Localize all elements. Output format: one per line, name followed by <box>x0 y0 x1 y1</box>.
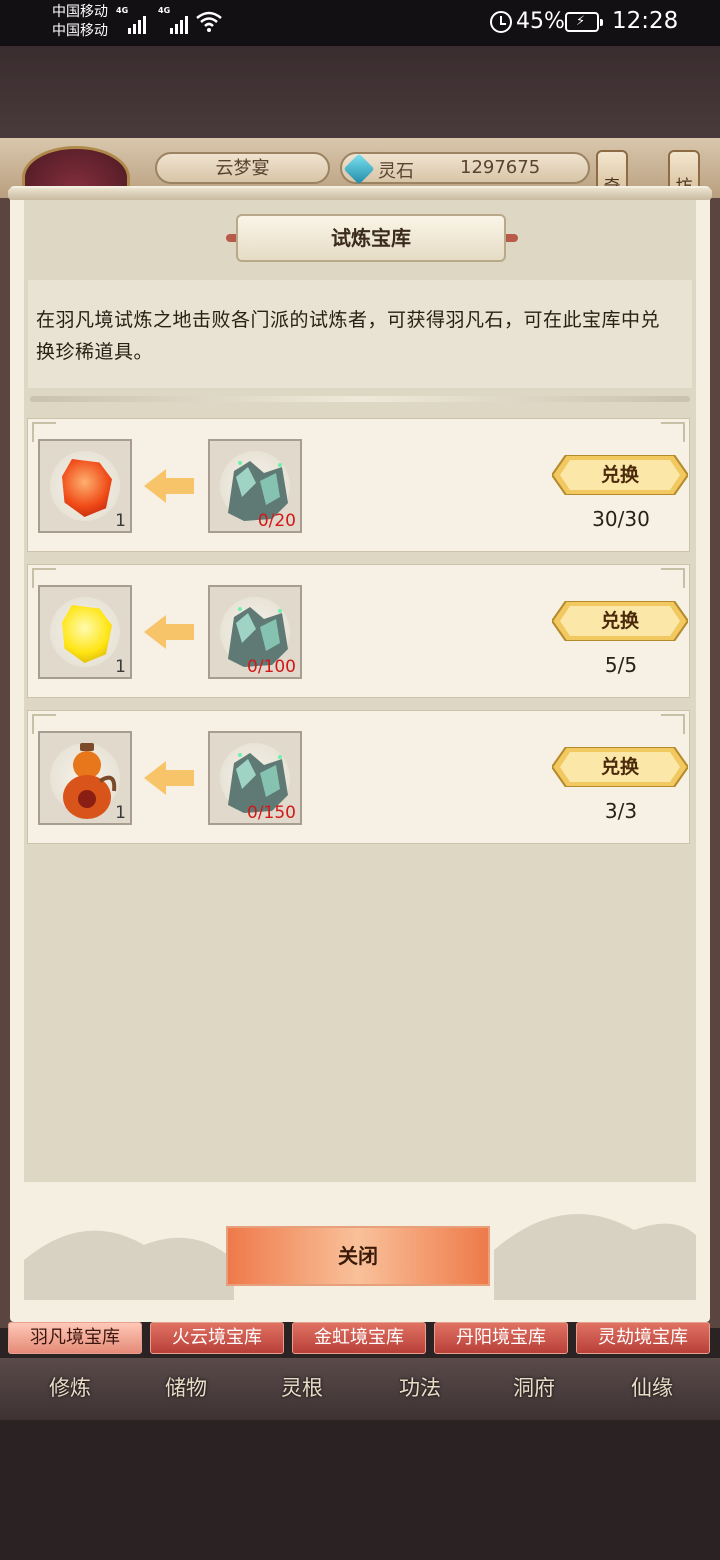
clock: 12:28 <box>612 8 679 34</box>
cost-slot[interactable]: 0/20 <box>208 439 302 533</box>
nav-cave[interactable]: 洞府 <box>494 1372 574 1402</box>
exchange-limit: 5/5 <box>604 653 638 677</box>
battery-percent: 45% <box>516 9 565 34</box>
nav-fate[interactable]: 仙缘 <box>612 1372 692 1402</box>
game-backdrop <box>0 46 720 146</box>
tab-lingjie-vault[interactable]: 灵劫境宝库 <box>576 1322 710 1354</box>
page-title: 试炼宝库 <box>236 214 506 262</box>
carrier-labels: 中国移动 中国移动 <box>52 3 108 41</box>
wifi-icon <box>196 11 222 32</box>
corner-ornament <box>661 422 685 442</box>
scroll-top-edge <box>8 188 712 200</box>
network-2-label: 4G <box>158 6 171 15</box>
network-1-label: 4G <box>116 6 129 15</box>
cost-slot[interactable]: 0/150 <box>208 731 302 825</box>
arrow-left-icon <box>144 615 194 649</box>
screen-bottom <box>0 1420 720 1560</box>
reward-count: 1 <box>115 511 126 531</box>
cost-slot[interactable]: 0/100 <box>208 585 302 679</box>
carrier-2: 中国移动 <box>52 23 108 39</box>
nav-spirit-root[interactable]: 灵根 <box>262 1372 342 1402</box>
exchange-button[interactable]: 兑换 <box>550 746 690 788</box>
alarm-icon <box>490 11 512 33</box>
divider <box>30 396 690 402</box>
battery-icon: ⚡ <box>565 12 603 32</box>
tab-yufan-vault[interactable]: 羽凡境宝库 <box>8 1322 142 1354</box>
exchange-row: 1 0/100 兑换 5/5 <box>27 564 690 698</box>
exchange-limit: 30/30 <box>592 507 650 531</box>
player-name: 云梦宴 <box>155 152 330 184</box>
arrow-left-icon <box>144 469 194 503</box>
cost-progress: 0/20 <box>257 511 296 531</box>
tab-huoyun-vault[interactable]: 火云境宝库 <box>150 1322 284 1354</box>
exchange-button-label: 兑换 <box>600 756 639 778</box>
spirit-stone-icon <box>343 153 375 185</box>
arrow-left-icon <box>144 761 194 795</box>
vault-tabs: 羽凡境宝库 火云境宝库 金虹境宝库 丹阳境宝库 灵劫境宝库 <box>0 1322 720 1358</box>
nav-cultivate[interactable]: 修炼 <box>30 1372 110 1402</box>
exchange-button[interactable]: 兑换 <box>550 454 690 496</box>
reward-count: 1 <box>115 803 126 823</box>
reward-slot[interactable]: 1 <box>38 731 132 825</box>
reward-slot[interactable]: 1 <box>38 439 132 533</box>
currency-display: 灵石 1297675 <box>340 152 590 185</box>
cost-progress: 0/150 <box>247 803 296 823</box>
exchange-button-label: 兑换 <box>600 464 639 486</box>
tab-danyang-vault[interactable]: 丹阳境宝库 <box>434 1322 568 1354</box>
exchange-row: 1 0/20 兑换 30/30 <box>27 418 690 552</box>
currency-label: 灵石 <box>378 161 414 182</box>
reward-slot[interactable]: 1 <box>38 585 132 679</box>
signal-1-icon: 4G <box>116 6 146 34</box>
gourd-icon <box>63 743 117 819</box>
reward-count: 1 <box>115 657 126 677</box>
exchange-row: 1 0/150 兑换 3/3 <box>27 710 690 844</box>
cost-progress: 0/100 <box>247 657 296 677</box>
corner-ornament <box>661 714 685 734</box>
carrier-1: 中国移动 <box>52 4 108 20</box>
exchange-button[interactable]: 兑换 <box>550 600 690 642</box>
status-bar: 中国移动 中国移动 4G 4G 45% ⚡ 12:28 <box>0 0 720 46</box>
nav-techniques[interactable]: 功法 <box>380 1372 460 1402</box>
nav-storage[interactable]: 储物 <box>146 1372 226 1402</box>
signal-2-icon: 4G <box>158 6 188 34</box>
currency-value: 1297675 <box>460 157 541 178</box>
description-text: 在羽凡境试炼之地击败各门派的试炼者，可获得羽凡石，可在此宝库中兑换珍稀道具。 <box>36 309 661 363</box>
exchange-limit: 3/3 <box>604 799 638 823</box>
exchange-button-label: 兑换 <box>600 610 639 632</box>
tab-jinhong-vault[interactable]: 金虹境宝库 <box>292 1322 426 1354</box>
corner-ornament <box>661 568 685 588</box>
close-button[interactable]: 关闭 <box>226 1226 490 1286</box>
